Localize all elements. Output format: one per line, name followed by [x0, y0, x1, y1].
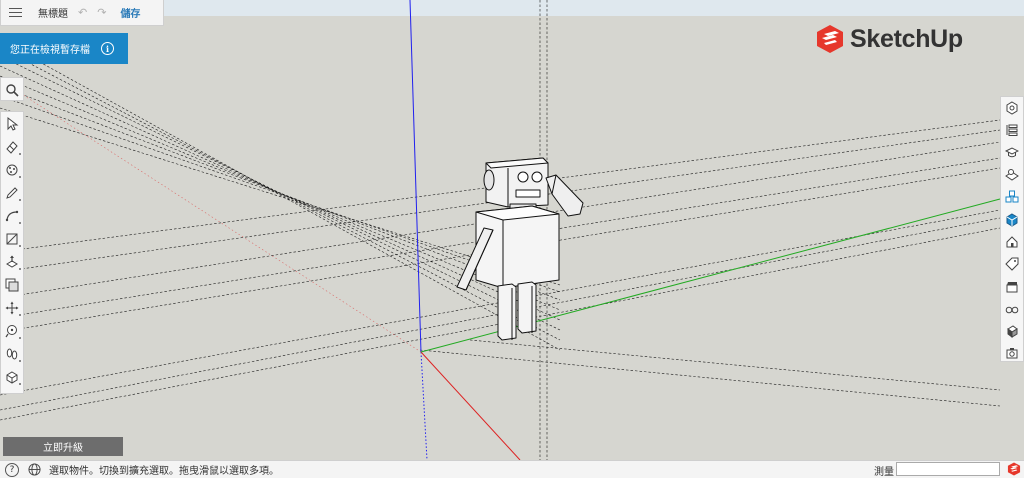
- animation-panel[interactable]: [1001, 275, 1023, 297]
- instructor-panel[interactable]: [1001, 142, 1023, 164]
- status-hint: 選取物件。切換到擴充選取。拖曳滑鼠以選取多項。: [49, 466, 279, 477]
- rectangle-tool[interactable]: [1, 227, 23, 250]
- search-toolbar: [0, 77, 24, 101]
- blue-axis-dotted: [420, 351, 428, 460]
- model-canvas[interactable]: [0, 0, 1024, 460]
- scenes-panel[interactable]: [1001, 231, 1023, 253]
- tape-measure-tool[interactable]: [1, 319, 23, 342]
- paint-icon: [6, 164, 18, 175]
- outliner-panel[interactable]: [1001, 119, 1023, 141]
- arrow-cursor-icon: [7, 116, 19, 131]
- hamburger-menu-icon[interactable]: [1, 0, 29, 26]
- components-icon: [1005, 190, 1019, 203]
- 3d-viewport[interactable]: [0, 0, 1024, 460]
- globe-icon[interactable]: [28, 463, 41, 476]
- cube-info-icon: [1006, 101, 1018, 115]
- glasses-icon: [1005, 306, 1019, 314]
- logo-text: SketchUp: [850, 24, 963, 53]
- redo-icon[interactable]: ↷: [97, 6, 106, 19]
- measurements-label: 測量: [874, 467, 894, 478]
- document-title[interactable]: 無標題: [38, 5, 68, 20]
- panels-toolbar: [1000, 96, 1024, 362]
- orbit-tool[interactable]: [1, 365, 23, 388]
- tags-panel[interactable]: [1001, 253, 1023, 275]
- eraser-tool[interactable]: [1, 135, 23, 158]
- arc-icon: [5, 210, 19, 221]
- push-pull-tool[interactable]: [1, 250, 23, 273]
- eraser-icon: [6, 140, 18, 154]
- clapperboard-icon: [1006, 281, 1018, 293]
- tape-measure-icon: [5, 324, 17, 337]
- offset-tool[interactable]: [1, 273, 23, 296]
- materials-panel[interactable]: [1001, 164, 1023, 186]
- paint-bucket-tool[interactable]: [1, 158, 23, 181]
- sketchup-logo-icon: [817, 25, 843, 53]
- arc-tool[interactable]: [1, 204, 23, 227]
- status-bar: ? 選取物件。切換到擴充選取。拖曳滑鼠以選取多項。 測量: [0, 460, 1024, 478]
- undo-icon[interactable]: ↶: [78, 6, 87, 19]
- 3d-warehouse-panel[interactable]: [1001, 208, 1023, 230]
- graduation-cap-icon: [1005, 147, 1019, 157]
- move-tool[interactable]: [1, 296, 23, 319]
- select-tool[interactable]: [1, 112, 23, 135]
- pencil-line-tool[interactable]: [1, 181, 23, 204]
- blue-axis: [409, 0, 422, 353]
- tag-icon: [1005, 257, 1019, 271]
- red-axis-dotted: [0, 79, 422, 353]
- red-axis: [420, 351, 521, 460]
- tools-toolbar: [0, 111, 24, 394]
- move-icon: [5, 301, 19, 314]
- sketchup-logo: SketchUp: [815, 24, 963, 54]
- orbit-icon: [6, 370, 18, 384]
- save-button[interactable]: 儲存: [120, 5, 140, 20]
- footprints-icon: [6, 348, 18, 359]
- sketchup-mini-logo-icon: [1007, 462, 1021, 476]
- display-panel[interactable]: [1001, 298, 1023, 320]
- upgrade-button[interactable]: 立即升級: [3, 437, 123, 456]
- help-icon[interactable]: ?: [5, 462, 19, 477]
- outliner-icon: [1006, 124, 1018, 137]
- title-bar: 無標題 ↶ ↷ 儲存: [0, 0, 164, 26]
- styles-icon: [1007, 325, 1018, 339]
- shadows-panel[interactable]: [1001, 342, 1023, 364]
- cube-icon: [1006, 213, 1018, 227]
- search-icon[interactable]: [1, 78, 23, 101]
- pencil-icon: [6, 186, 18, 199]
- offset-icon: [5, 278, 19, 291]
- components-panel[interactable]: [1001, 186, 1023, 208]
- camera-icon: [1006, 348, 1018, 359]
- robot-model: [456, 157, 584, 341]
- entity-info-panel[interactable]: [1001, 97, 1023, 119]
- temp-file-banner: 您正在檢視暫存檔 i: [0, 33, 128, 64]
- house-icon: [1006, 236, 1018, 248]
- rectangle-icon: [6, 233, 18, 244]
- measurements-input[interactable]: [896, 462, 1000, 476]
- banner-text: 您正在檢視暫存檔: [10, 45, 90, 56]
- info-icon[interactable]: i: [101, 42, 114, 55]
- walk-tool[interactable]: [1, 342, 23, 365]
- materials-icon: [1005, 169, 1019, 181]
- styles-panel[interactable]: [1001, 320, 1023, 342]
- push-pull-icon: [6, 255, 18, 268]
